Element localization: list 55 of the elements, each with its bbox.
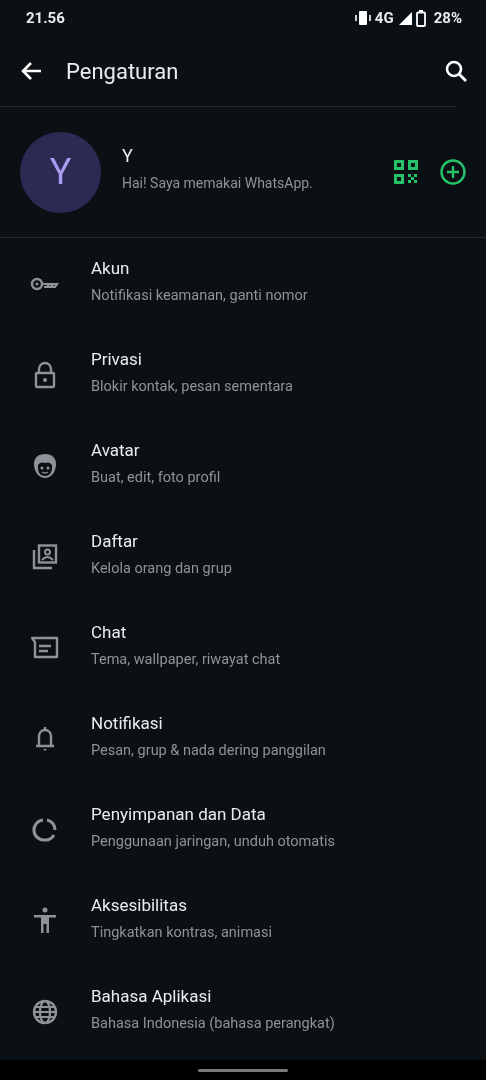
- settings-item[interactable]: Avatar Buat, edit, foto profil: [0, 420, 486, 511]
- vibrate-icon: [354, 11, 371, 25]
- item-title: Bahasa Aplikasi: [91, 985, 213, 1006]
- back-button[interactable]: [20, 61, 42, 81]
- page-title: Pengaturan: [66, 58, 180, 84]
- item-title: Chat: [91, 621, 128, 642]
- qr-code-icon: [394, 160, 418, 184]
- globe-icon: [32, 998, 58, 1025]
- item-title: Notifikasi: [91, 712, 164, 733]
- signal-icon: [397, 11, 412, 25]
- profile-avatar[interactable]: Y: [20, 131, 101, 213]
- key-icon: [30, 275, 60, 292]
- status-time: 21.56: [26, 9, 65, 27]
- settings-item[interactable]: Bahasa Aplikasi Bahasa Indonesia (bahasa perangkat): [0, 966, 486, 1057]
- plus-circle-icon: [440, 159, 466, 185]
- settings-item[interactable]: Chat Tema, wallpaper, riwayat chat: [0, 602, 486, 693]
- item-title: Akun: [91, 257, 131, 278]
- item-title: Daftar: [91, 530, 139, 551]
- item-subtitle: Buat, edit, foto profil: [91, 468, 221, 486]
- item-subtitle: Blokir kontak, pesan sementara: [91, 377, 293, 395]
- search-icon: [444, 59, 468, 83]
- lock-icon: [34, 360, 56, 389]
- item-title: Privasi: [91, 348, 143, 369]
- item-subtitle: Notifikasi keamanan, ganti nomor: [91, 286, 308, 304]
- contacts-icon: [32, 543, 58, 570]
- settings-item[interactable]: Privasi Blokir kontak, pesan sementara: [0, 329, 486, 420]
- avatar-face-icon: [33, 452, 57, 479]
- settings-item[interactable]: Aksesibilitas Tingkatkan kontras, animasi: [0, 875, 486, 966]
- settings-item[interactable]: Daftar Kelola orang dan grup: [0, 511, 486, 602]
- item-subtitle: Penggunaan jaringan, unduh otomatis: [91, 832, 335, 850]
- accessibility-icon: [33, 906, 57, 935]
- settings-item[interactable]: Penyimpanan dan Data Penggunaan jaringan, unduh otomatis: [0, 784, 486, 875]
- battery-percent: 28%: [433, 9, 462, 27]
- home-handle[interactable]: [198, 1068, 288, 1072]
- item-subtitle: Kelola orang dan grup: [91, 559, 232, 577]
- item-title: Penyimpanan dan Data: [91, 803, 267, 824]
- item-subtitle: Pesan, grup & nada dering panggilan: [91, 741, 326, 759]
- profile-name: Y: [122, 145, 134, 166]
- back-arrow-icon: [20, 61, 42, 81]
- network-type: 4G: [374, 9, 394, 27]
- qr-code-button[interactable]: [394, 160, 418, 184]
- item-title: Aksesibilitas: [91, 894, 188, 915]
- profile-about: Hai! Saya memakai WhatsApp.: [122, 175, 314, 191]
- item-title: Avatar: [91, 439, 141, 460]
- search-button[interactable]: [444, 59, 468, 83]
- bell-icon: [34, 724, 56, 753]
- add-button[interactable]: [440, 159, 466, 185]
- item-subtitle: Tingkatkan kontras, animasi: [91, 923, 272, 941]
- chat-icon: [31, 635, 59, 660]
- item-subtitle: Tema, wallpaper, riwayat chat: [91, 650, 281, 668]
- settings-item[interactable]: Akun Notifikasi keamanan, ganti nomor: [0, 238, 486, 329]
- circle-chart-icon: [32, 816, 58, 843]
- settings-item[interactable]: Notifikasi Pesan, grup & nada dering panggilan: [0, 693, 486, 784]
- battery-icon: [415, 9, 426, 27]
- item-subtitle: Bahasa Indonesia (bahasa perangkat): [91, 1014, 335, 1032]
